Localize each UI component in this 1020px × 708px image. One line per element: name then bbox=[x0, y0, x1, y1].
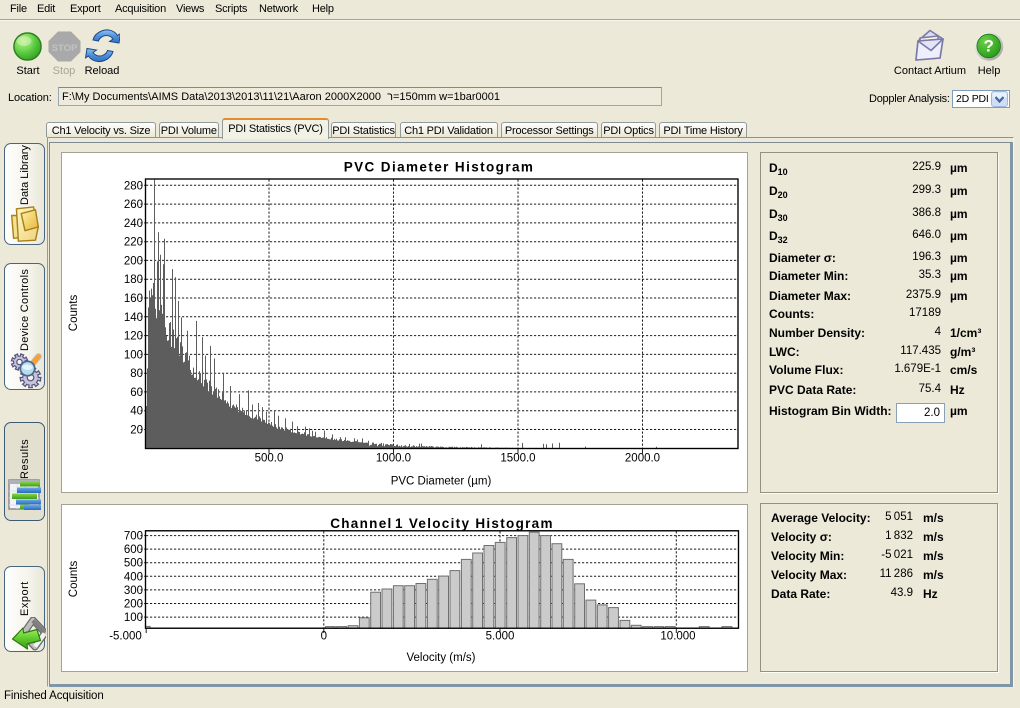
svg-text:20: 20 bbox=[130, 425, 143, 437]
svg-text:5.000: 5.000 bbox=[486, 631, 515, 643]
svg-text:200: 200 bbox=[124, 599, 143, 611]
svg-text:1000.0: 1000.0 bbox=[376, 453, 411, 465]
svg-text:100: 100 bbox=[124, 349, 143, 361]
svg-text:Counts: Counts bbox=[68, 295, 80, 332]
svg-text:STOP: STOP bbox=[52, 43, 78, 54]
svg-text:60: 60 bbox=[130, 387, 143, 399]
svg-text:2000.0: 2000.0 bbox=[625, 453, 660, 465]
svg-text:-5.000: -5.000 bbox=[109, 631, 142, 643]
svg-text:260: 260 bbox=[124, 199, 143, 211]
svg-text:400: 400 bbox=[124, 571, 143, 583]
svg-text:Counts: Counts bbox=[68, 561, 80, 598]
svg-text:300: 300 bbox=[124, 585, 143, 597]
svg-text:1500.0: 1500.0 bbox=[500, 453, 535, 465]
svg-text:180: 180 bbox=[124, 274, 143, 286]
svg-text:700: 700 bbox=[124, 531, 143, 543]
svg-text:PVC Diameter Histogram: PVC Diameter Histogram bbox=[344, 160, 535, 175]
svg-text:500: 500 bbox=[124, 558, 143, 570]
svg-text:240: 240 bbox=[124, 218, 143, 230]
svg-text:PVC Diameter (µm): PVC Diameter (µm) bbox=[391, 476, 492, 488]
svg-text:80: 80 bbox=[130, 368, 143, 380]
svg-text:200: 200 bbox=[124, 255, 143, 267]
svg-text:600: 600 bbox=[124, 544, 143, 556]
svg-text:100: 100 bbox=[124, 612, 143, 624]
svg-text:280: 280 bbox=[124, 180, 143, 192]
svg-text:Channel 1 Velocity Histogram: Channel 1 Velocity Histogram bbox=[330, 516, 554, 531]
svg-text:0: 0 bbox=[321, 631, 327, 643]
svg-text:160: 160 bbox=[124, 293, 143, 305]
svg-text:220: 220 bbox=[124, 237, 143, 249]
svg-text:?: ? bbox=[984, 37, 994, 56]
svg-text:Velocity (m/s): Velocity (m/s) bbox=[406, 652, 475, 664]
svg-text:40: 40 bbox=[130, 406, 143, 418]
svg-text:120: 120 bbox=[124, 331, 143, 343]
svg-text:500.0: 500.0 bbox=[255, 453, 284, 465]
svg-text:10.000: 10.000 bbox=[660, 631, 695, 643]
svg-text:140: 140 bbox=[124, 312, 143, 324]
